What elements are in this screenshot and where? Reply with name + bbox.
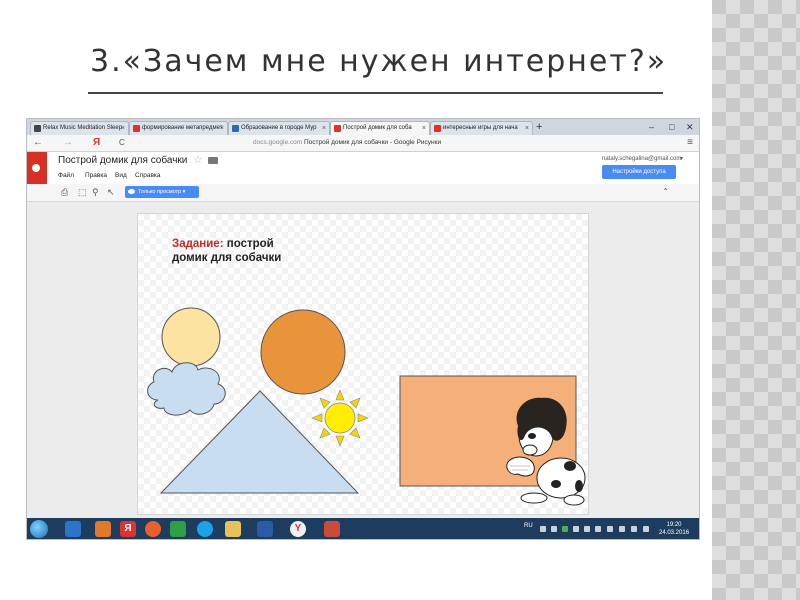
tab-close-icon[interactable]: ×	[322, 122, 326, 135]
flag-icon[interactable]	[619, 526, 625, 532]
tab-label: Образование в городе Мур	[241, 125, 317, 131]
browser-screenshot: Relax Music Meditation Sleep × формирова…	[26, 118, 700, 540]
firefox-icon[interactable]	[145, 521, 161, 537]
skype-icon[interactable]	[197, 521, 213, 537]
tab-favicon	[34, 125, 41, 132]
view-only-button[interactable]: Только просмотр ▾	[125, 186, 199, 198]
tray-app-icon[interactable]	[573, 526, 579, 532]
tab-favicon	[232, 125, 239, 132]
back-arrow-icon[interactable]: ←	[33, 136, 43, 150]
network-icon[interactable]	[607, 526, 613, 532]
keyboard-language[interactable]: RU	[524, 523, 533, 529]
drawing-canvas[interactable]: Задание: построй домик для собачки	[137, 213, 589, 515]
browser-tab-bar: Relax Music Meditation Sleep × формирова…	[27, 119, 699, 135]
tab-favicon	[334, 125, 341, 132]
tray-arrow-icon[interactable]	[540, 526, 546, 532]
url-page-title: Построй домик для собачки - Google Рисун…	[303, 139, 442, 146]
start-button-icon[interactable]	[30, 520, 48, 538]
eye-icon	[128, 189, 135, 194]
media-player-icon[interactable]	[65, 521, 81, 537]
tab-favicon	[133, 125, 140, 132]
tab-label: Relax Music Meditation Sleep	[43, 125, 123, 131]
browser-tab[interactable]: формирование метапредмет ×	[129, 121, 228, 135]
windows-taskbar: Я Y RU 19:20 24.03.2016	[27, 518, 699, 539]
zoom-icon[interactable]: ⚲	[92, 186, 99, 198]
url-field[interactable]: docs.google.com Построй домик для собачк…	[253, 137, 441, 149]
tab-favicon	[434, 125, 441, 132]
task-instruction: Задание: построй домик для собачки	[172, 237, 281, 265]
document-title[interactable]: Построй домик для собачки	[58, 155, 187, 166]
tray-app-icon[interactable]	[562, 526, 568, 532]
browser-tab-active[interactable]: Построй домик для соба ×	[330, 121, 430, 135]
torrent-icon[interactable]	[170, 521, 186, 537]
browser-tab[interactable]: интересные игры для нача ×	[430, 121, 533, 135]
google-drawings-logo[interactable]	[27, 152, 47, 184]
forward-arrow-icon[interactable]: →	[63, 136, 73, 150]
tab-label: формирование метапредмет	[142, 125, 223, 131]
cloud-shape[interactable]	[147, 362, 226, 416]
tab-close-icon[interactable]: ×	[121, 122, 125, 135]
menu-help[interactable]: Справка	[135, 172, 161, 179]
title-underline	[88, 92, 663, 94]
word-icon[interactable]	[257, 521, 273, 537]
folder-icon[interactable]	[208, 157, 218, 164]
system-clock[interactable]: 19:20 24.03.2016	[659, 521, 689, 537]
reload-icon[interactable]: C	[119, 136, 125, 150]
big-circle-shape[interactable]	[260, 309, 346, 395]
maximize-button[interactable]: □	[669, 120, 674, 134]
share-settings-button[interactable]: Настройки доступа	[602, 165, 676, 179]
clock-time: 19:20	[666, 522, 682, 528]
print-icon[interactable]: ⎙	[61, 186, 68, 198]
zoom-fit-icon[interactable]: ⬚	[78, 186, 87, 198]
slide-title: 3.«Зачем мне нужен интернет?»	[90, 44, 668, 79]
user-email[interactable]: nataly.schegalina@gmail.com	[602, 156, 681, 162]
battery-icon[interactable]	[643, 526, 649, 532]
task-text-1: построй	[226, 238, 274, 250]
view-only-label: Только просмотр ▾	[138, 189, 186, 195]
task-label: Задание:	[172, 238, 224, 250]
tab-close-icon[interactable]: ×	[220, 122, 224, 135]
account-caret-icon[interactable]: ▾	[680, 155, 683, 162]
task-text-2: домик для собачки	[172, 252, 282, 264]
browser-tab[interactable]: Relax Music Meditation Sleep ×	[30, 121, 129, 135]
menu-view[interactable]: Вид	[115, 172, 127, 179]
address-bar: ← → Я C docs.google.com Построй домик дл…	[27, 135, 699, 152]
yandex-icon[interactable]: Я	[93, 136, 100, 150]
tray-app-icon[interactable]	[551, 526, 557, 532]
small-circle-shape[interactable]	[161, 307, 221, 367]
drawing-toolbar: ⎙ ⬚ ⚲ ↖ Только просмотр ▾ ⌃	[27, 184, 699, 202]
tab-close-icon[interactable]: ×	[525, 122, 529, 135]
drawings-app-header: Построй домик для собачки ☆ Файл Правка …	[27, 152, 699, 184]
url-host: docs.google.com	[253, 139, 303, 146]
presentation-app-icon[interactable]	[324, 521, 340, 537]
browser-menu-icon[interactable]: ≡	[687, 136, 693, 150]
select-pointer-icon[interactable]: ↖	[107, 186, 115, 198]
tab-label: интересные игры для нача	[443, 125, 518, 131]
decorative-side-strip	[712, 0, 800, 600]
file-explorer-icon[interactable]	[225, 521, 241, 537]
collapse-chevron-icon[interactable]: ⌃	[662, 186, 669, 198]
workspace: Задание: построй домик для собачки	[27, 202, 699, 518]
star-icon[interactable]: ☆	[193, 153, 203, 166]
tab-label: Построй домик для соба	[343, 125, 412, 131]
close-window-button[interactable]: ✕	[686, 120, 694, 134]
tray-app-icon[interactable]	[595, 526, 601, 532]
photos-app-icon[interactable]	[95, 521, 111, 537]
sun-shape[interactable]	[311, 389, 369, 447]
browser-tab[interactable]: Образование в городе Мур ×	[228, 121, 330, 135]
menu-edit[interactable]: Правка	[85, 172, 107, 179]
clock-date: 24.03.2016	[659, 530, 690, 536]
yandex-app-icon[interactable]: Y	[290, 521, 306, 537]
tray-app-icon[interactable]	[584, 526, 590, 532]
minimize-button[interactable]: –	[649, 120, 654, 134]
yandex-browser-icon[interactable]: Я	[120, 521, 136, 537]
new-tab-button[interactable]: +	[536, 120, 542, 134]
volume-icon[interactable]	[631, 526, 637, 532]
tab-close-icon[interactable]: ×	[422, 122, 426, 135]
menu-file[interactable]: Файл	[58, 172, 74, 179]
